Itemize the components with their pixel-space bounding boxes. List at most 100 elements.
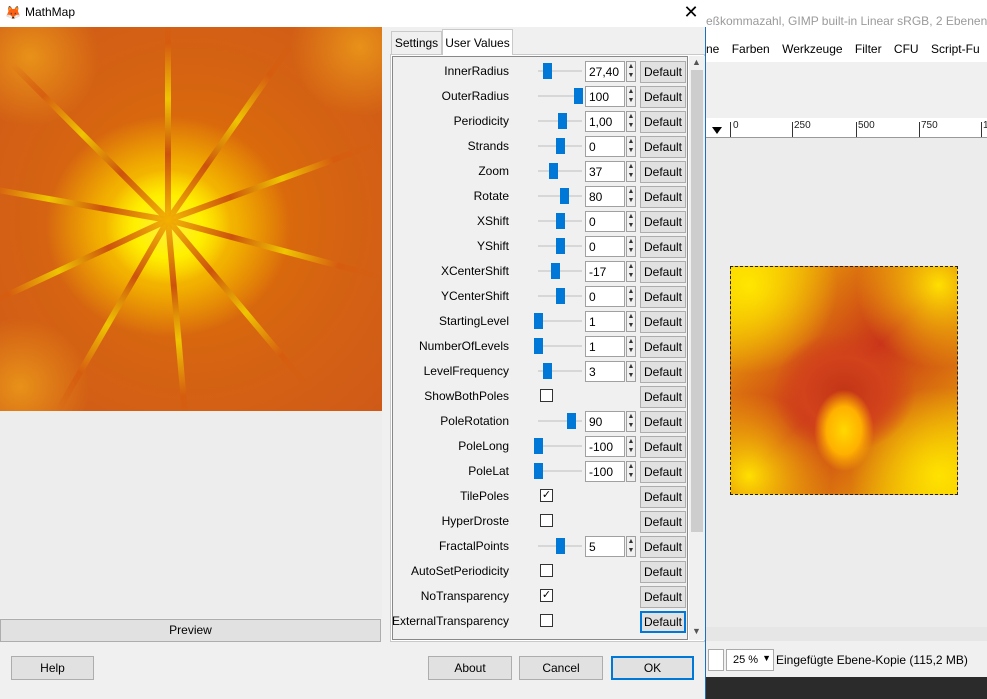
slider-track[interactable] xyxy=(538,345,582,347)
spin-down-icon[interactable]: ▼ xyxy=(628,97,635,104)
spin-down-icon[interactable]: ▼ xyxy=(628,247,635,254)
help-button[interactable]: Help xyxy=(11,656,94,680)
spin-up-icon[interactable]: ▲ xyxy=(628,188,635,195)
slider-track[interactable] xyxy=(538,170,582,172)
value-input[interactable]: -100 xyxy=(585,436,625,457)
checkbox[interactable] xyxy=(540,564,553,577)
scroll-down-icon[interactable]: ▼ xyxy=(692,626,701,636)
spin-up-icon[interactable]: ▲ xyxy=(628,438,635,445)
gimp-menu-item-scriptfu[interactable]: Script-Fu xyxy=(931,36,987,56)
tab-settings[interactable]: Settings xyxy=(391,31,442,54)
default-button[interactable]: Default xyxy=(640,61,686,83)
spin-buttons[interactable]: ▲ ▼ xyxy=(626,436,636,457)
checkbox[interactable] xyxy=(540,389,553,402)
value-input[interactable]: 0 xyxy=(585,236,625,257)
default-button[interactable]: Default xyxy=(640,486,686,508)
checkbox[interactable]: ✓ xyxy=(540,589,553,602)
spin-buttons[interactable]: ▲ ▼ xyxy=(626,361,636,382)
default-button[interactable]: Default xyxy=(640,161,686,183)
spin-down-icon[interactable]: ▼ xyxy=(628,547,635,554)
default-button[interactable]: Default xyxy=(640,111,686,133)
gimp-canvas[interactable] xyxy=(706,138,987,627)
spin-up-icon[interactable]: ▲ xyxy=(628,263,635,270)
default-button[interactable]: Default xyxy=(640,211,686,233)
ok-button[interactable]: OK xyxy=(611,656,694,680)
default-button[interactable]: Default xyxy=(640,561,686,583)
about-button[interactable]: About xyxy=(428,656,512,680)
gimp-menu-item-colors[interactable]: Farben xyxy=(732,36,779,56)
value-input[interactable]: 100 xyxy=(585,86,625,107)
spin-buttons[interactable]: ▲ ▼ xyxy=(626,536,636,557)
slider-thumb[interactable] xyxy=(556,288,565,304)
value-input[interactable]: 27,40 xyxy=(585,61,625,82)
spin-up-icon[interactable]: ▲ xyxy=(628,463,635,470)
slider-thumb[interactable] xyxy=(574,88,583,104)
spin-up-icon[interactable]: ▲ xyxy=(628,363,635,370)
spin-up-icon[interactable]: ▲ xyxy=(628,138,635,145)
slider-thumb[interactable] xyxy=(556,538,565,554)
spin-down-icon[interactable]: ▼ xyxy=(628,122,635,129)
spin-buttons[interactable]: ▲ ▼ xyxy=(626,411,636,432)
default-button[interactable]: Default xyxy=(640,536,686,558)
slider-thumb[interactable] xyxy=(558,113,567,129)
spin-buttons[interactable]: ▲ ▼ xyxy=(626,211,636,232)
spin-up-icon[interactable]: ▲ xyxy=(628,538,635,545)
spin-buttons[interactable]: ▲ ▼ xyxy=(626,236,636,257)
preview-button[interactable]: Preview xyxy=(0,619,381,642)
slider-thumb[interactable] xyxy=(534,313,543,329)
slider-track[interactable] xyxy=(538,270,582,272)
default-button[interactable]: Default xyxy=(640,86,686,108)
slider-thumb[interactable] xyxy=(549,163,558,179)
tab-user-values[interactable]: User Values xyxy=(442,29,513,55)
gimp-menu-item-cfu[interactable]: CFU xyxy=(894,36,928,56)
slider-thumb[interactable] xyxy=(543,63,552,79)
checkbox[interactable] xyxy=(540,514,553,527)
zoom-select[interactable]: 25 % ▼ xyxy=(726,649,774,671)
value-input[interactable]: -100 xyxy=(585,461,625,482)
slider-thumb[interactable] xyxy=(534,338,543,354)
value-input[interactable]: 3 xyxy=(585,361,625,382)
default-button[interactable]: Default xyxy=(640,236,686,258)
default-button[interactable]: Default xyxy=(640,386,686,408)
slider-thumb[interactable] xyxy=(556,213,565,229)
spin-down-icon[interactable]: ▼ xyxy=(628,172,635,179)
slider-thumb[interactable] xyxy=(534,438,543,454)
value-input[interactable]: 0 xyxy=(585,211,625,232)
spin-buttons[interactable]: ▲ ▼ xyxy=(626,161,636,182)
spin-buttons[interactable]: ▲ ▼ xyxy=(626,336,636,357)
spin-down-icon[interactable]: ▼ xyxy=(628,297,635,304)
value-input[interactable]: 90 xyxy=(585,411,625,432)
scrollbar-thumb[interactable] xyxy=(691,70,703,532)
spin-buttons[interactable]: ▲ ▼ xyxy=(626,111,636,132)
default-button[interactable]: Default xyxy=(640,586,686,608)
slider-thumb[interactable] xyxy=(534,463,543,479)
unit-select[interactable] xyxy=(708,649,724,671)
value-input[interactable]: 0 xyxy=(585,286,625,307)
spin-up-icon[interactable]: ▲ xyxy=(628,288,635,295)
value-input[interactable]: -17 xyxy=(585,261,625,282)
spin-up-icon[interactable]: ▲ xyxy=(628,313,635,320)
scroll-up-icon[interactable]: ▲ xyxy=(692,57,701,67)
slider-thumb[interactable] xyxy=(560,188,569,204)
value-input[interactable]: 1,00 xyxy=(585,111,625,132)
checkbox[interactable] xyxy=(540,614,553,627)
default-button[interactable]: Default xyxy=(640,436,686,458)
spin-buttons[interactable]: ▲ ▼ xyxy=(626,186,636,207)
spin-down-icon[interactable]: ▼ xyxy=(628,222,635,229)
default-button[interactable]: Default xyxy=(640,411,686,433)
canvas-image[interactable] xyxy=(730,266,958,495)
spin-up-icon[interactable]: ▲ xyxy=(628,213,635,220)
slider-track[interactable] xyxy=(538,470,582,472)
value-input[interactable]: 5 xyxy=(585,536,625,557)
value-input[interactable]: 80 xyxy=(585,186,625,207)
spin-buttons[interactable]: ▲ ▼ xyxy=(626,61,636,82)
horizontal-scrollbar[interactable] xyxy=(706,627,987,641)
gimp-menu-item-filters[interactable]: Filter xyxy=(855,36,891,56)
spin-buttons[interactable]: ▲ ▼ xyxy=(626,136,636,157)
spin-down-icon[interactable]: ▼ xyxy=(628,347,635,354)
default-button[interactable]: Default xyxy=(640,611,686,633)
default-button[interactable]: Default xyxy=(640,186,686,208)
spin-up-icon[interactable]: ▲ xyxy=(628,163,635,170)
spin-buttons[interactable]: ▲ ▼ xyxy=(626,461,636,482)
vertical-scrollbar[interactable]: ▲ ▼ xyxy=(689,56,705,640)
